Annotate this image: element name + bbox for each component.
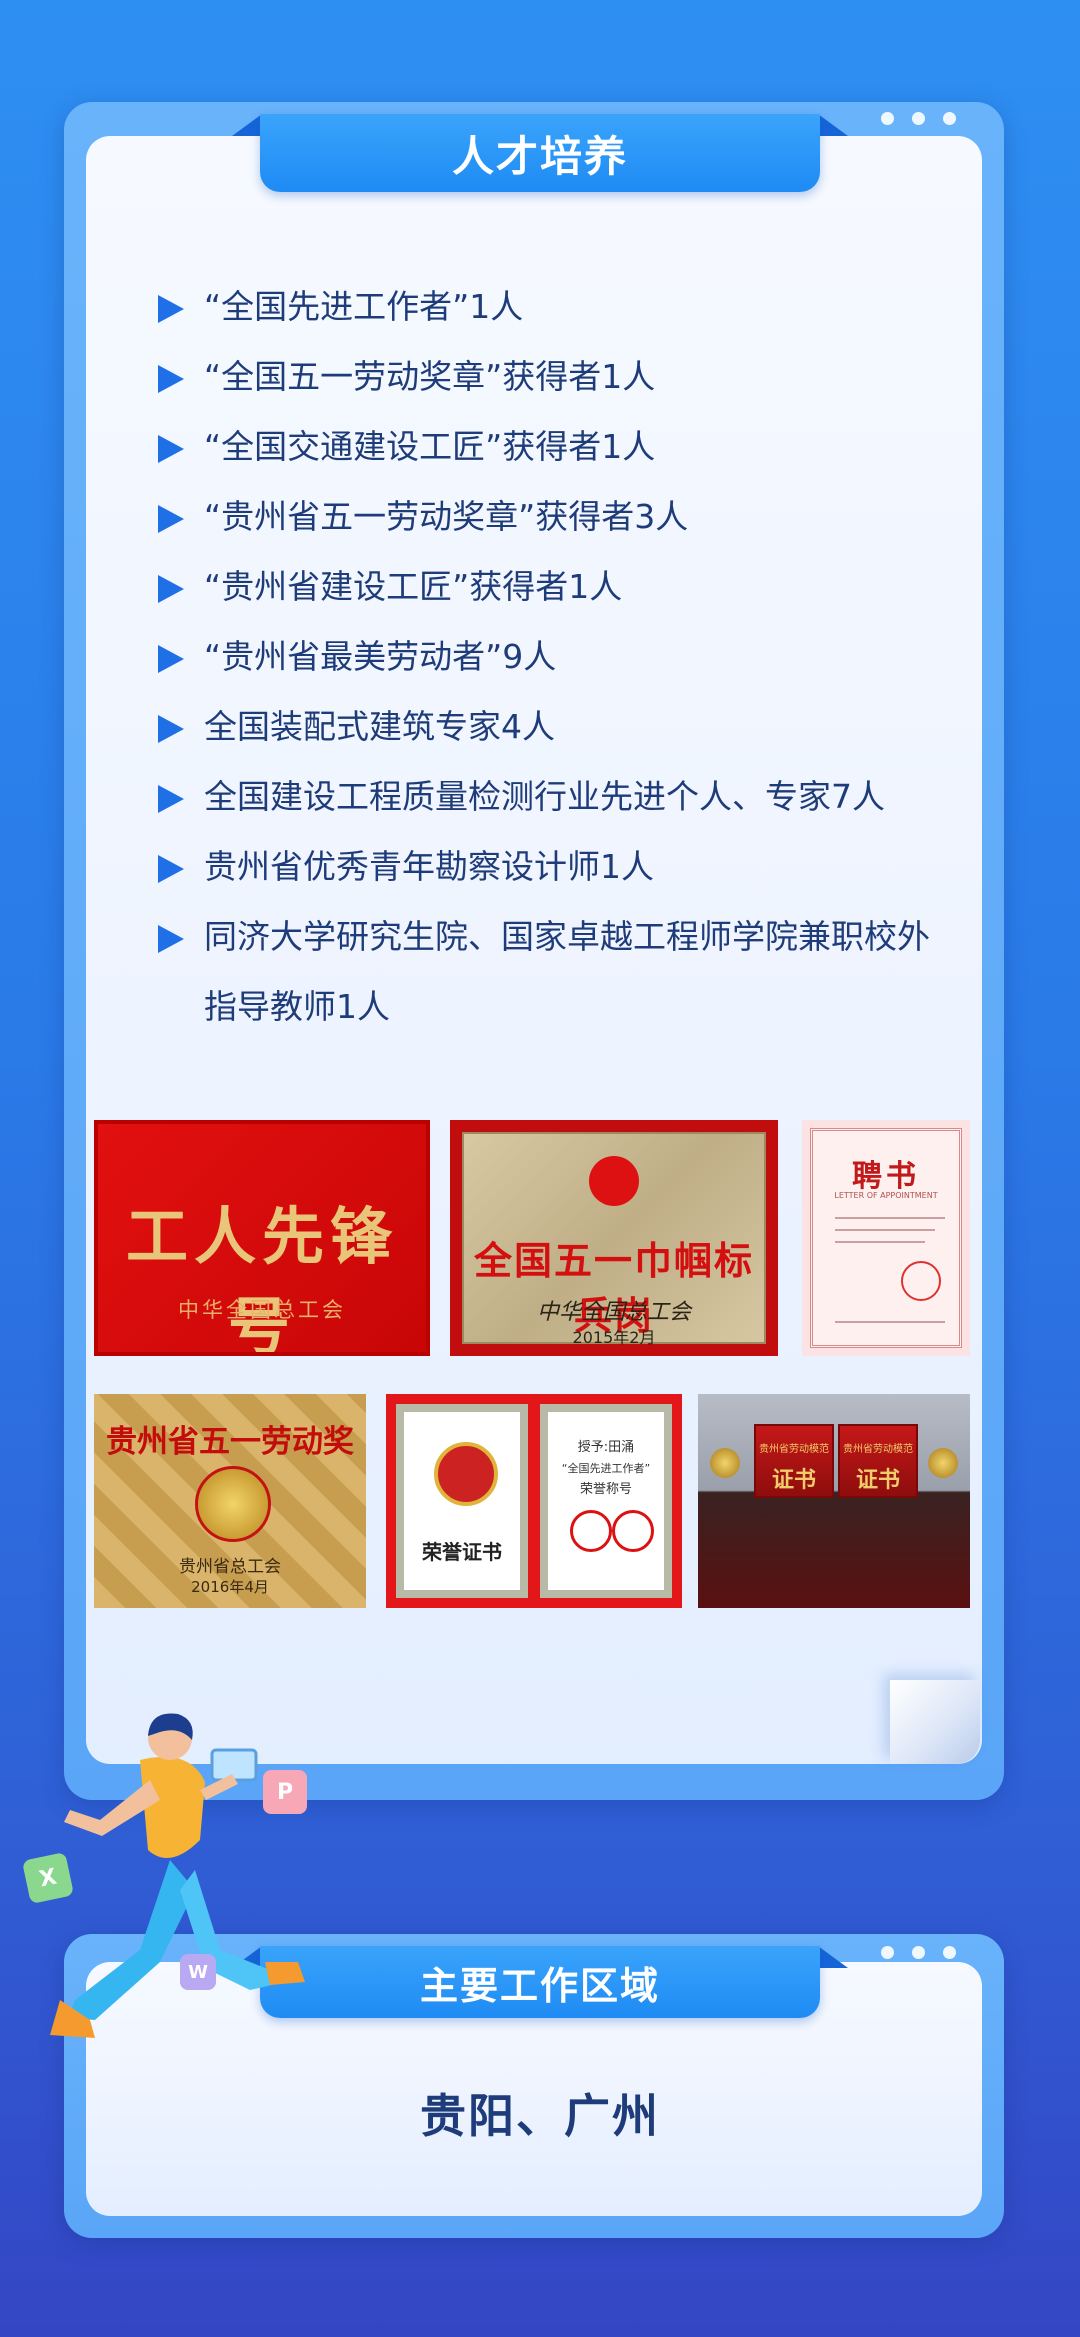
list-item: “贵州省建设工匠”获得者1人 <box>158 552 948 622</box>
plaque-org: 中华全国总工会 <box>178 1298 346 1322</box>
seal-icon <box>901 1261 941 1301</box>
letter-title: 聘书 <box>852 1159 920 1194</box>
talent-section-title: 人才培养 <box>260 114 820 192</box>
certificate-recipient: 授予:田涌 <box>577 1440 635 1455</box>
plaque-title: 工人先锋号 <box>125 1200 398 1356</box>
list-item: 全国装配式建筑专家4人 <box>158 692 948 762</box>
box-label: 贵州省劳动模范 <box>759 1444 829 1455</box>
tab-ear-left <box>232 114 262 136</box>
triangle-bullet-icon <box>158 505 184 533</box>
certificate-title: 荣誉证书 <box>422 1540 502 1564</box>
worker-pioneer-plaque-image: 工人先锋号 中华全国总工会 <box>94 1120 430 1356</box>
union-emblem-icon <box>589 1156 639 1206</box>
triangle-bullet-icon <box>158 575 184 603</box>
list-item: 全国建设工程质量检测行业先进个人、专家7人 <box>158 762 948 832</box>
word-icon: W <box>180 1954 216 1990</box>
box-label: 贵州省劳动模范 <box>843 1444 913 1455</box>
list-item: 同济大学研究生院、国家卓越工程师学院兼职校外指导教师1人 <box>158 902 948 1042</box>
tab-ear-right <box>818 114 848 136</box>
medal-icon <box>928 1448 958 1478</box>
may-fourth-post-plaque-image: 全国五一巾帼标兵岗 中华全国总工会 2015年2月 <box>450 1120 778 1356</box>
tab-ear-right <box>818 1946 848 1968</box>
guizhou-labor-award-image: 贵州省五一劳动奖状 贵州省总工会 2016年4月 <box>94 1394 366 1608</box>
certificate-award-sub: 荣誉称号 <box>579 1482 632 1497</box>
plaque-org: 中华全国总工会 <box>536 1300 691 1325</box>
list-item: “全国交通建设工匠”获得者1人 <box>158 412 948 482</box>
talent-list: “全国先进工作者”1人 “全国五一劳动奖章”获得者1人 “全国交通建设工匠”获得… <box>158 272 948 1042</box>
medal-icon <box>195 1466 271 1542</box>
list-item: 贵州省优秀青年勘察设计师1人 <box>158 832 948 902</box>
letter-subtitle: LETTER OF APPOINTMENT <box>834 1191 938 1200</box>
national-emblem-icon <box>434 1442 498 1506</box>
excel-icon: X <box>21 1851 75 1905</box>
seal-icon <box>570 1510 612 1552</box>
list-item: “贵州省五一劳动奖章”获得者3人 <box>158 482 948 552</box>
award-date: 2016年4月 <box>191 1578 269 1596</box>
honor-certificate-image: 荣誉证书 授予:田涌 “全国先进工作者” 荣誉称号 <box>386 1394 682 1608</box>
appointment-letter-image: 聘书 LETTER OF APPOINTMENT <box>802 1120 970 1356</box>
triangle-bullet-icon <box>158 295 184 323</box>
region-value: 贵阳、广州 <box>420 2089 660 2143</box>
triangle-bullet-icon <box>158 855 184 883</box>
powerpoint-icon: P <box>263 1770 307 1814</box>
medal-icon <box>710 1448 740 1478</box>
list-item: “全国先进工作者”1人 <box>158 272 948 342</box>
list-item: “贵州省最美劳动者”9人 <box>158 622 948 692</box>
triangle-bullet-icon <box>158 435 184 463</box>
window-dots <box>881 112 956 125</box>
box-title: 证书 <box>855 1468 900 1493</box>
plaque-date: 2015年2月 <box>572 1328 656 1347</box>
person-with-tablet-illustration: P X W <box>20 1700 340 2060</box>
triangle-bullet-icon <box>158 365 184 393</box>
box-title: 证书 <box>771 1468 816 1493</box>
list-item: “全国五一劳动奖章”获得者1人 <box>158 342 948 412</box>
triangle-bullet-icon <box>158 785 184 813</box>
triangle-bullet-icon <box>158 645 184 673</box>
page-curl-decoration <box>890 1680 980 1764</box>
certificate-boxes-image: 贵州省劳动模范 证书 贵州省劳动模范 证书 <box>698 1394 970 1608</box>
region-section-title: 主要工作区域 <box>260 1946 820 2018</box>
window-dots <box>881 1946 956 1959</box>
triangle-bullet-icon <box>158 715 184 743</box>
seal-icon <box>612 1510 654 1552</box>
triangle-bullet-icon <box>158 925 184 953</box>
certificate-award: “全国先进工作者” <box>561 1462 651 1475</box>
award-org: 贵州省总工会 <box>179 1557 281 1577</box>
